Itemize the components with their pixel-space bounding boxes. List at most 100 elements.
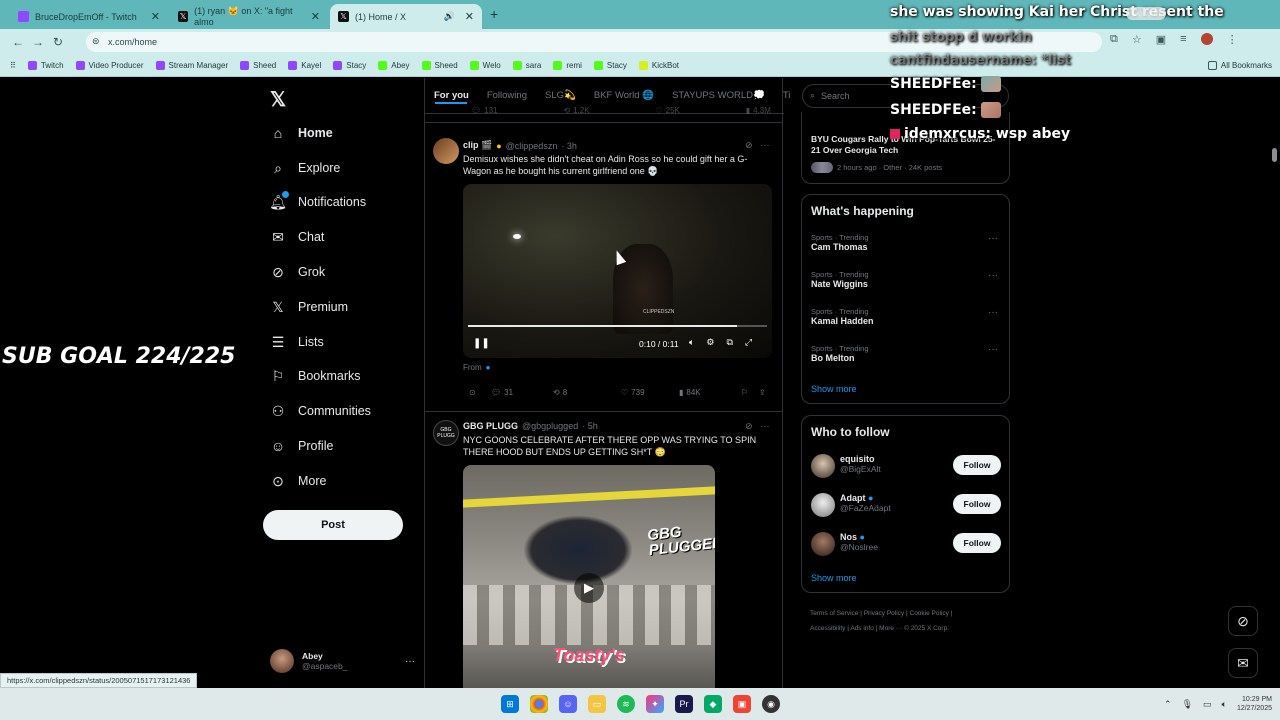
bookmark-stacy-kick[interactable]: Stacy xyxy=(588,61,633,70)
author-name[interactable]: GBG PLUGG xyxy=(463,421,518,431)
like-button[interactable]: ♡ 739 xyxy=(621,388,679,397)
account-switcher[interactable]: Abey @aspaceb_ ··· xyxy=(270,646,415,676)
nav-notifications[interactable]: 🔔︎ Notifications xyxy=(269,190,366,214)
follow-user[interactable]: Adapt ● @FaZeAdapt xyxy=(840,493,891,513)
follow-user[interactable]: equisito @BigExAlt xyxy=(840,454,881,474)
author-name[interactable]: clip 🎬 xyxy=(463,140,492,151)
more-dots-icon[interactable]: ··· xyxy=(405,656,415,667)
new-tab-button[interactable]: + xyxy=(490,6,498,22)
bookmark-kickbot[interactable]: KickBot xyxy=(633,61,685,70)
tab-slg[interactable]: SLG💫 xyxy=(536,90,585,101)
grok-floating-icon[interactable]: ⊘ xyxy=(1228,606,1258,636)
bookmark-stream-manager[interactable]: Stream Manager xyxy=(150,61,235,70)
speaker-icon[interactable]: 🔊 xyxy=(444,11,455,22)
more-dots-icon[interactable]: ··· xyxy=(988,307,998,318)
avatar[interactable] xyxy=(811,454,835,478)
bookmark-sheed[interactable]: Sheed xyxy=(234,61,282,70)
reply-count[interactable]: 💬︎ 131 xyxy=(471,106,498,115)
avatar[interactable] xyxy=(811,532,835,556)
nav-grok[interactable]: ⊘ Grok xyxy=(270,260,325,284)
nav-lists[interactable]: ☰ Lists xyxy=(270,330,324,354)
nav-profile[interactable]: ☺ Profile xyxy=(270,434,334,458)
show-more-link[interactable]: Show more xyxy=(811,573,857,583)
tweet-video-thumbnail[interactable]: GBG PLUGGED ▶ Toasty's xyxy=(463,465,715,688)
tab-x-home[interactable]: 𝕏 (1) Home / X 🔊 ✕ xyxy=(330,4,482,29)
author-handle[interactable]: @clippedszn xyxy=(506,141,558,151)
bookmark-video-producer[interactable]: Video Producer xyxy=(70,61,150,70)
forward-icon[interactable]: → xyxy=(28,32,48,52)
view-count[interactable]: ▮ 4.3M xyxy=(746,106,771,115)
close-icon[interactable]: ✕ xyxy=(151,10,160,23)
premiere-icon[interactable]: Pr xyxy=(675,695,693,713)
close-icon[interactable]: ✕ xyxy=(311,10,320,23)
file-explorer-icon[interactable]: ▭ xyxy=(588,695,606,713)
avatar[interactable] xyxy=(433,138,459,164)
obs-icon[interactable]: ◉ xyxy=(762,695,780,713)
trend-item[interactable]: Sports · Trending Bo Melton xyxy=(811,344,869,363)
tab-bkf-world[interactable]: BKF World 🌐 xyxy=(585,90,663,101)
messages-floating-icon[interactable]: ✉ xyxy=(1228,648,1258,678)
bookmark-remi[interactable]: remi xyxy=(547,61,588,70)
nav-more[interactable]: ⊙ More xyxy=(270,469,326,493)
footer-link[interactable]: Privacy Policy xyxy=(864,610,904,617)
bookmark-icon[interactable]: ⚐ xyxy=(741,388,759,397)
tweet-time[interactable]: · 5h xyxy=(582,421,598,431)
nav-chat[interactable]: ✉ Chat xyxy=(270,225,324,249)
follow-button[interactable]: Follow xyxy=(953,455,1001,475)
footer-link[interactable]: Accessibility xyxy=(810,625,845,632)
app-icon[interactable]: ◆ xyxy=(704,695,722,713)
pause-icon[interactable]: ❚❚ xyxy=(473,338,490,349)
footer-link[interactable]: Ads info xyxy=(850,625,874,632)
show-more-link[interactable]: Show more xyxy=(811,384,857,394)
tweet-time[interactable]: · 3h xyxy=(561,141,577,151)
nav-explore[interactable]: ⌕ Explore xyxy=(270,156,340,180)
trend-item[interactable]: Sports · Trending Cam Thomas xyxy=(811,233,869,252)
app-icon[interactable]: ▣ xyxy=(733,695,751,713)
footer-link[interactable]: Cookie Policy xyxy=(910,610,949,617)
nav-bookmarks[interactable]: ⚐ Bookmarks xyxy=(270,364,361,388)
reply-button[interactable]: 💬︎ 31 xyxy=(491,388,553,397)
bookmark-sara[interactable]: sara xyxy=(507,61,548,70)
x-logo-icon[interactable]: 𝕏 xyxy=(270,87,286,112)
video-progress-track[interactable] xyxy=(468,325,767,327)
bookmark-welo[interactable]: Welo xyxy=(464,61,507,70)
post-button[interactable]: Post xyxy=(263,510,403,540)
bookmark-sheed-kick[interactable]: Sheed xyxy=(416,61,464,70)
trend-item[interactable]: Sports · Trending Kamal Hadden xyxy=(811,307,874,326)
apps-icon[interactable]: ⠿ xyxy=(0,61,22,70)
play-icon[interactable]: ▶ xyxy=(574,573,604,603)
more-dots-icon[interactable]: ··· xyxy=(988,270,998,281)
more-dots-icon[interactable]: ··· xyxy=(988,344,998,355)
tab-stayups-world[interactable]: STAYUPS WORLD💭 xyxy=(663,90,774,101)
mic-icon[interactable]: 🎙︎ xyxy=(1182,699,1193,710)
bookmark-twitch[interactable]: Twitch xyxy=(22,61,70,70)
tab-for-you[interactable]: For you xyxy=(425,90,478,101)
chrome-icon[interactable] xyxy=(530,695,548,713)
site-info-icon[interactable]: ⊜ xyxy=(92,36,100,47)
nav-premium[interactable]: 𝕏 Premium xyxy=(270,295,348,319)
pip-icon[interactable]: ⧉ xyxy=(726,337,732,348)
tab-x-ryan[interactable]: 𝕏 (1) ryan 🐱 on X: "a fight almo ✕ xyxy=(170,4,328,29)
share-icon[interactable]: ⇪ xyxy=(759,388,766,397)
scrollbar[interactable] xyxy=(1272,80,1278,686)
like-count[interactable]: ♡ 25K xyxy=(655,106,679,115)
grok-explain-icon[interactable]: ⊙ xyxy=(469,388,491,397)
trend-item[interactable]: Sports · Trending Nate Wiggins xyxy=(811,270,869,289)
tab-more[interactable]: Ti xyxy=(774,90,800,101)
tweet-video[interactable]: CLIPPEDSZN ❚❚ 0:10 / 0:11 🔈︎ ⚙ ⧉ ⤢ xyxy=(463,184,772,358)
windows-start-icon[interactable]: ⊞ xyxy=(501,695,519,713)
scrollbar-thumb[interactable] xyxy=(1272,148,1277,162)
bookmark-abey[interactable]: Abey xyxy=(372,61,415,70)
more-dots-icon[interactable]: ··· xyxy=(988,233,998,244)
network-icon[interactable]: ▭ xyxy=(1203,699,1212,710)
spotify-icon[interactable]: ≋ xyxy=(617,695,635,713)
volume-icon[interactable]: 🔈︎ xyxy=(1222,699,1227,710)
volume-icon[interactable]: 🔈︎ xyxy=(689,337,694,348)
clock[interactable]: 10:29 PM 12/27/2025 xyxy=(1237,695,1272,713)
bookmark-stacy[interactable]: Stacy xyxy=(327,61,372,70)
author-handle[interactable]: @gbgplugged xyxy=(522,421,578,431)
follow-button[interactable]: Follow xyxy=(953,494,1001,514)
footer-link[interactable]: Terms of Service xyxy=(810,610,858,617)
settings-icon[interactable]: ⚙ xyxy=(706,337,714,348)
chevron-up-icon[interactable]: ⌃ xyxy=(1164,699,1172,710)
